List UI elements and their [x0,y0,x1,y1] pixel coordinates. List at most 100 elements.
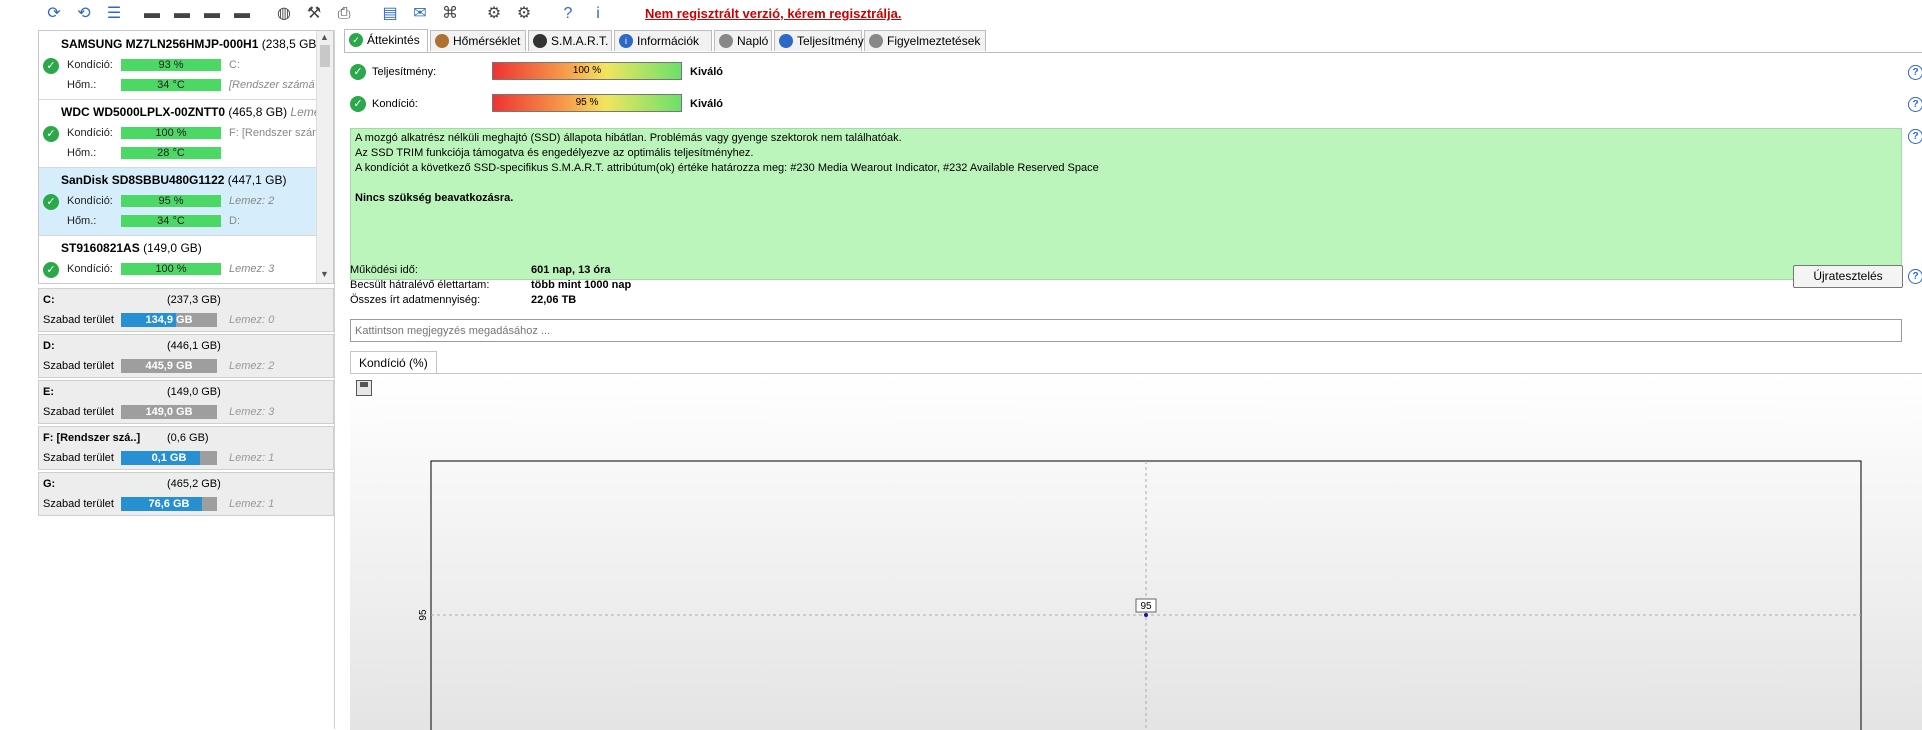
disk-meta1: F: [Rendszer szám [229,127,322,139]
volume-item[interactable]: C: (237,3 GB) Szabad terület 134,9 GB Lemez:… [38,288,334,332]
disk-kondicio-value: 100 % [121,127,221,139]
options-icon[interactable]: ⚙ [512,2,536,26]
register-link[interactable]: Nem regisztrált verzió, kérem regisztrál… [645,6,902,21]
refresh-all-icon[interactable]: ⟲ [72,2,96,26]
disk-item[interactable]: SanDisk SD8SBBU480G1122 (447,1 GB) ✓ Kondí… [39,167,317,236]
scroll-down-icon[interactable]: ▼ [320,269,329,279]
refresh-icon[interactable]: ⟳ [42,2,66,26]
volume-name: F: [Rendszer szá..] [43,432,141,444]
perf-help-icon[interactable]: ? [1908,65,1922,80]
volume-free-bar: 0,1 GB [121,451,217,465]
cond-help-icon[interactable]: ? [1908,97,1922,112]
info-icon[interactable]: i [586,2,610,26]
volume-disk: Lemez: 2 [229,360,275,372]
gear-icon[interactable]: ⚙ [482,2,506,26]
volume-item[interactable]: E: (149,0 GB) Szabad terület 149,0 GB Lemez:… [38,380,334,424]
chart-area: 95 95 [350,373,1922,730]
volume-item[interactable]: G: (465,2 GB) Szabad terület 76,6 GB Lemez: … [38,472,334,516]
help-icon[interactable]: ? [556,2,580,26]
scroll-thumb[interactable] [320,45,330,67]
volume-disk: Lemez: 1 [229,498,275,510]
note-input[interactable] [350,319,1902,342]
uptime-label: Működési idő: [350,264,418,276]
tab-label: Hőmérséklet [453,34,521,48]
disk-temperature-icon[interactable]: ▬ [170,2,194,26]
hdd-icon[interactable]: ◍ [272,2,296,26]
volume-capacity: (149,0 GB) [167,386,221,398]
status-line-3: A kondíciót a következő SSD-specifikus S… [355,162,1099,174]
volume-disk: Lemez: 0 [229,314,275,326]
volume-name: G: [43,478,56,490]
tab-2[interactable]: Hőmérséklet [430,30,526,51]
volume-free-label: Szabad terület [43,452,114,464]
data-label: 95 [1140,601,1152,612]
disk-item[interactable]: ST9160821AS (149,0 GB) ✓ Kondíció: 100 % Lem… [39,235,317,283]
disk-health-icon[interactable]: ▬ [200,2,224,26]
tab-7[interactable]: Figyelmeztetések [864,30,986,51]
scroll-up-icon[interactable]: ▲ [320,32,329,42]
tab-1[interactable]: ✓ Áttekintés [344,29,428,52]
tab-label: S.M.A.R.T. [551,34,609,48]
disk-list-scrollbar[interactable]: ▲ ▼ [316,31,333,283]
volume-capacity: (446,1 GB) [167,340,221,352]
disk-kondicio-value: 100 % [121,263,221,275]
performance-icon [779,34,793,48]
cond-label: Kondíció: [372,98,418,110]
tab-label: Áttekintés [367,33,420,47]
retest-button[interactable]: Újratesztelés [1793,265,1903,288]
disk-capacity: (238,5 GB) [261,37,321,51]
retest-help-icon[interactable]: ? [1908,269,1922,284]
volume-name: C: [43,294,55,306]
disk-hom-label: Hőm.: [67,215,97,227]
volume-name: D: [43,340,55,352]
chart-tab[interactable]: Kondíció (%) [350,351,437,373]
tab-5[interactable]: Napló [714,30,772,51]
tools-icon[interactable]: ⚒ [302,2,326,26]
mail-icon[interactable]: ✉ [408,2,432,26]
volume-capacity: (237,3 GB) [167,294,221,306]
disk-model: SAMSUNG MZ7LN256HMJP-000H1 [61,37,259,51]
disk-title: SAMSUNG MZ7LN256HMJP-000H1 (238,5 GB) [61,37,320,51]
disk-hom-label: Hőm.: [67,79,97,91]
volume-item[interactable]: D: (446,1 GB) Szabad terület 445,9 GB Lemez:… [38,334,334,378]
disk-kondicio-label: Kondíció: [67,195,113,207]
disk-kondicio-label: Kondíció: [67,59,113,71]
data-point [1144,613,1148,617]
disk-icon [533,34,547,48]
tab-4[interactable]: i Információk [614,30,712,51]
disk-capacity: (465,8 GB) [228,105,288,119]
volume-free-value: 76,6 GB [148,498,190,510]
warnings-icon [869,34,883,48]
check-icon: ✓ [349,33,363,47]
volume-disk: Lemez: 3 [229,406,275,418]
tab-6[interactable]: Teljesítmény [774,30,864,51]
disk-capacity: (149,0 GB) [143,241,202,255]
tab-3[interactable]: S.M.A.R.T. [528,30,612,51]
print-icon[interactable]: ⎙ [332,2,356,26]
menu-icon[interactable]: ☰ [102,2,126,26]
lifetime-label: Becsült hátralévő élettartam: [350,279,490,291]
disk-model: ST9160821AS [61,241,140,255]
document-icon[interactable]: ▤ [378,2,402,26]
disk-check-icon: ✓ [43,58,59,74]
network-icon[interactable]: ⌘ [438,2,462,26]
volume-free-bar: 134,9 GB [121,313,217,327]
volume-item[interactable]: F: [Rendszer szá..] (0,6 GB) Szabad terüle… [38,426,334,470]
toolbar: Nem regisztrált verzió, kérem regisztrál… [0,0,1922,28]
status-help-icon[interactable]: ? [1908,129,1922,144]
disk-item[interactable]: SAMSUNG MZ7LN256HMJP-000H1 (238,5 GB) ✓ Ko… [39,31,320,100]
perf-value: 100 % [572,65,602,76]
volume-free-label: Szabad terület [43,498,114,510]
volume-free-bar: 149,0 GB [121,405,217,419]
cond-bar: 95 % [492,94,682,112]
disk-item[interactable]: WDC WD5000LPLX-00ZNTT0 (465,8 GB) Lemez ✓… [39,99,326,168]
volume-free-value: 445,9 GB [145,360,193,372]
volume-name: E: [43,386,54,398]
perf-check-icon: ✓ [350,64,366,80]
disk-meta1: C: [229,59,240,71]
disk-kondicio-label: Kondíció: [67,263,113,275]
disk-search-icon[interactable]: ▬ [230,2,254,26]
disk-settings-icon[interactable]: ▬ [140,2,164,26]
cond-grade: Kiváló [690,98,724,110]
disk-list: ST9160821AS (149,0 GB) ✓ Kondíció: 100 % Lem… [38,30,334,284]
